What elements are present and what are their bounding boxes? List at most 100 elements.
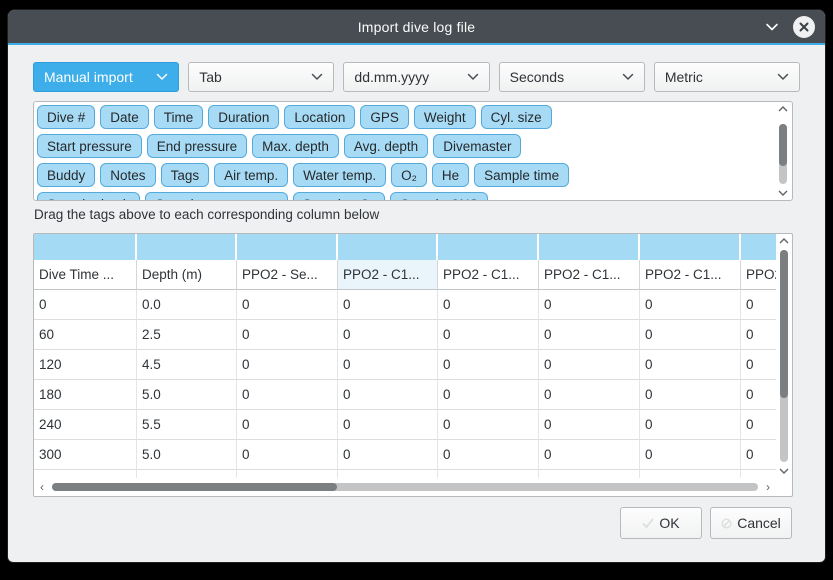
table-cell <box>34 470 137 478</box>
field-tag[interactable]: Sample depth <box>37 192 140 200</box>
table-row: 602.5000000 <box>34 320 776 350</box>
table-cell: 0 <box>338 290 438 320</box>
field-tag[interactable]: Buddy <box>37 163 95 187</box>
field-tag[interactable]: Location <box>284 105 355 129</box>
table-horizontal-scrollbar[interactable]: ‹ › <box>36 479 774 495</box>
titlebar[interactable]: Import dive log file <box>8 10 825 45</box>
table-cell: 0 <box>539 290 640 320</box>
drop-target-row <box>34 234 776 260</box>
table-cell: 0 <box>237 320 338 350</box>
tag-rows: Dive #DateTimeDurationLocationGPSWeightC… <box>37 105 772 200</box>
scroll-left-icon[interactable]: ‹ <box>36 479 48 495</box>
tag-row: Dive #DateTimeDurationLocationGPSWeightC… <box>37 105 772 129</box>
cancel-button[interactable]: Cancel <box>710 507 792 539</box>
column-drop-target[interactable] <box>338 234 438 260</box>
table-cell: 0 <box>741 380 776 410</box>
table-cell: 0 <box>438 320 539 350</box>
table-cell: 0 <box>640 410 741 440</box>
table-cell: 0 <box>438 380 539 410</box>
column-header[interactable]: Depth (m) <box>137 260 237 290</box>
table-cell <box>338 470 438 478</box>
field-tag[interactable]: GPS <box>360 105 409 129</box>
scroll-up-icon[interactable] <box>777 236 791 246</box>
field-separator-dropdown[interactable]: Tab <box>188 62 334 92</box>
column-drop-target[interactable] <box>237 234 338 260</box>
table-cell <box>539 470 640 478</box>
table-cell: 0 <box>741 410 776 440</box>
table-cell: 0 <box>539 410 640 440</box>
field-tag[interactable]: Sample time <box>474 163 569 187</box>
table-cell: 0 <box>640 350 741 380</box>
field-tag[interactable]: Tags <box>161 163 210 187</box>
table-cell: 0 <box>338 320 438 350</box>
import-dialog-window: Import dive log file Manual import Tab dd.… <box>8 10 825 562</box>
column-drop-target[interactable] <box>539 234 640 260</box>
field-tag[interactable]: Notes <box>100 163 155 187</box>
scrollbar-thumb[interactable] <box>52 483 337 491</box>
table-cell <box>237 470 338 478</box>
field-tag[interactable]: Start pressure <box>37 134 142 158</box>
table-cell <box>438 470 539 478</box>
column-drop-target[interactable] <box>137 234 237 260</box>
field-tag[interactable]: Cyl. size <box>481 105 552 129</box>
dialog-buttons: OK Cancel <box>620 507 792 539</box>
column-drop-target[interactable] <box>438 234 539 260</box>
chevron-down-icon <box>156 73 168 81</box>
column-header[interactable]: PPO2 <box>741 260 776 290</box>
column-drop-target[interactable] <box>640 234 741 260</box>
column-drop-target[interactable] <box>34 234 137 260</box>
field-tag[interactable]: Divemaster <box>433 134 521 158</box>
import-mode-value: Manual import <box>44 69 156 85</box>
duration-format-value: Seconds <box>510 69 622 85</box>
duration-format-dropdown[interactable]: Seconds <box>499 62 645 92</box>
tag-list-scrollbar[interactable] <box>776 104 790 198</box>
table-cell: 0 <box>237 290 338 320</box>
column-header[interactable]: PPO2 - Se... <box>237 260 338 290</box>
field-tag[interactable]: Date <box>100 105 149 129</box>
scroll-down-icon[interactable] <box>777 466 791 476</box>
field-tag[interactable]: Avg. depth <box>344 134 428 158</box>
import-preview-table: Dive Time ...Depth (m)PPO2 - Se...PPO2 -… <box>33 233 793 497</box>
table-cell: 0 <box>539 440 640 470</box>
field-tag[interactable]: Sample CNS <box>390 192 488 200</box>
scroll-down-icon[interactable] <box>776 188 790 198</box>
column-header[interactable]: PPO2 - C1... <box>338 260 438 290</box>
scrollbar-thumb[interactable] <box>779 124 787 166</box>
field-tag[interactable]: Air temp. <box>214 163 288 187</box>
field-tag[interactable]: Max. depth <box>252 134 339 158</box>
field-tag[interactable]: Duration <box>208 105 279 129</box>
field-tag[interactable]: O₂ <box>391 163 427 187</box>
column-header[interactable]: Dive Time ... <box>34 260 137 290</box>
scrollbar-thumb[interactable] <box>780 250 788 398</box>
field-tag[interactable]: He <box>432 163 469 187</box>
table-cell: 0 <box>438 350 539 380</box>
chevron-down-icon <box>622 73 634 81</box>
ok-button[interactable]: OK <box>620 507 702 539</box>
units-dropdown[interactable]: Metric <box>654 62 800 92</box>
import-mode-dropdown[interactable]: Manual import <box>33 62 179 92</box>
field-tag[interactable]: Weight <box>414 105 476 129</box>
column-header[interactable]: PPO2 - C1... <box>640 260 741 290</box>
scroll-up-icon[interactable] <box>776 104 790 114</box>
column-header[interactable]: PPO2 - C1... <box>539 260 640 290</box>
field-tag[interactable]: Water temp. <box>293 163 386 187</box>
field-tag[interactable]: Sample pO₂ <box>293 192 386 200</box>
column-drop-target[interactable] <box>741 234 776 260</box>
field-tag[interactable]: End pressure <box>147 134 247 158</box>
field-tag[interactable]: Dive # <box>37 105 95 129</box>
table-cell: 0 <box>741 350 776 380</box>
table-cell: 0 <box>640 320 741 350</box>
field-tag[interactable]: Time <box>154 105 204 129</box>
field-tag[interactable]: Sample temperature <box>145 192 287 200</box>
tag-list-box: Dive #DateTimeDurationLocationGPSWeightC… <box>33 101 793 201</box>
table-vertical-scrollbar[interactable] <box>777 236 791 476</box>
scroll-right-icon[interactable]: › <box>762 479 774 495</box>
table-cell: 0 <box>741 290 776 320</box>
table-cell <box>137 470 237 478</box>
column-header[interactable]: PPO2 - C1... <box>438 260 539 290</box>
table-row: 00.0000000 <box>34 290 776 320</box>
close-button[interactable] <box>793 16 815 38</box>
chevron-down-icon[interactable] <box>765 23 779 31</box>
date-format-dropdown[interactable]: dd.mm.yyyy <box>343 62 489 92</box>
cancel-icon <box>721 518 732 529</box>
